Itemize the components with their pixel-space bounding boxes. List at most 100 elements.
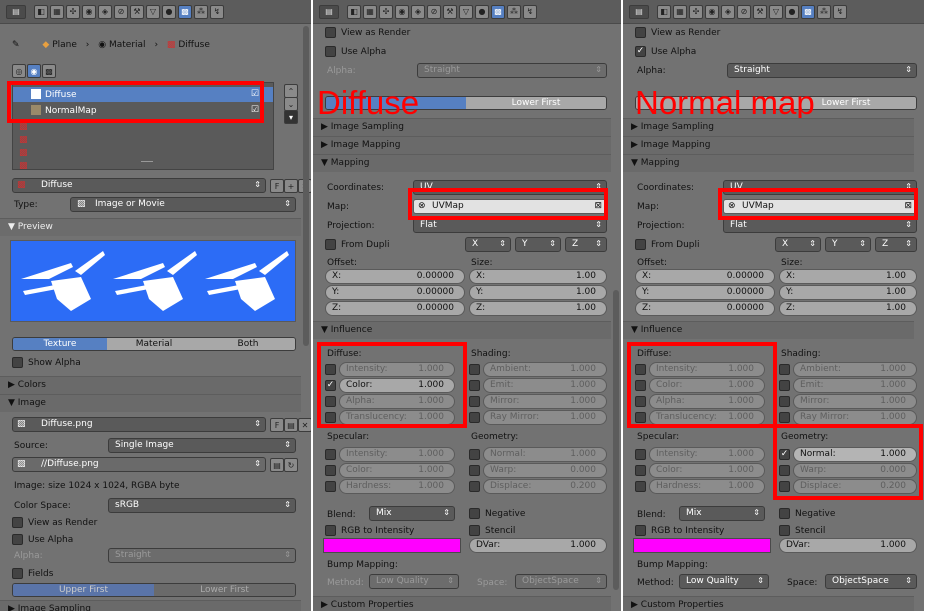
specular-intensity-field[interactable]: Intensity: 1.000 (649, 447, 765, 462)
tab-material[interactable]: Material (107, 338, 201, 350)
projection-dropdown[interactable]: Flat (723, 218, 917, 233)
image-sampling-header[interactable]: ▶ Image Sampling (623, 118, 914, 136)
size-z-field[interactable]: Z: 1.00 (469, 301, 607, 316)
editor-type-icon[interactable]: ▤ (629, 4, 649, 19)
view-as-render-checkbox[interactable] (635, 27, 646, 38)
colors-header[interactable]: ▶ Colors (0, 376, 301, 394)
lower-first-option[interactable]: Lower First (466, 97, 606, 109)
size-z-field[interactable]: Z: 1.00 (779, 301, 917, 316)
size-x-field[interactable]: X: 1.00 (469, 269, 607, 284)
ambient-field[interactable]: Ambient: 1.000 (483, 362, 607, 377)
ambient-checkbox[interactable] (779, 364, 790, 375)
ambient-checkbox[interactable] (469, 364, 480, 375)
scrollbar[interactable] (303, 26, 309, 346)
size-y-field[interactable]: Y: 1.00 (469, 285, 607, 300)
open-folder-icon[interactable]: ▤ (284, 418, 298, 432)
color-swatch[interactable] (323, 538, 461, 553)
texture-datablock[interactable]: ▩ Diffuse (12, 178, 266, 193)
other-texture-icon[interactable]: ▩ (42, 64, 56, 78)
hardness-field[interactable]: Hardness: 1.000 (339, 479, 455, 494)
object-icon[interactable]: ◈ (411, 4, 425, 19)
negative-checkbox[interactable] (469, 508, 480, 519)
world-icon[interactable]: ◉ (82, 4, 96, 19)
source-dropdown[interactable]: Single Image (108, 438, 296, 453)
custom-properties-header[interactable]: ▶ Custom Properties (313, 596, 611, 611)
offset-x-field[interactable]: X: 0.00000 (635, 269, 775, 284)
method-dropdown[interactable]: Low Quality (369, 574, 459, 589)
scene-icon[interactable]: ✣ (689, 4, 703, 19)
blend-dropdown[interactable]: Mix (369, 506, 455, 521)
warp-checkbox[interactable] (469, 465, 480, 476)
pin-icon[interactable]: ✎ (12, 40, 20, 50)
render-icon[interactable]: ◧ (347, 4, 361, 19)
stencil-checkbox[interactable] (469, 525, 480, 536)
texture-icon[interactable]: ▩ (491, 4, 505, 19)
mapping-header[interactable]: ▼ Mapping (623, 154, 914, 172)
specular-color-checkbox[interactable] (635, 465, 646, 476)
alpha-dropdown[interactable]: Straight (417, 63, 607, 78)
rgb-to-intensity-checkbox[interactable] (635, 525, 646, 536)
editor-type-icon[interactable]: ▤ (319, 4, 339, 19)
resize-grip[interactable] (141, 161, 153, 162)
constraints-icon[interactable]: ⊘ (737, 4, 751, 19)
displace-checkbox[interactable] (469, 481, 480, 492)
offset-z-field[interactable]: Z: 0.00000 (635, 301, 775, 316)
projection-dropdown[interactable]: Flat (413, 218, 607, 233)
displace-field[interactable]: Displace: 0.200 (483, 479, 607, 494)
ambient-field[interactable]: Ambient: 1.000 (793, 362, 917, 377)
influence-header[interactable]: ▼ Influence (313, 321, 611, 339)
dvar-field[interactable]: DVar: 1.000 (779, 538, 917, 553)
size-x-field[interactable]: X: 1.00 (779, 269, 917, 284)
image-sampling-header[interactable]: ▶ Image Sampling (0, 600, 301, 611)
render-layers-icon[interactable]: ▦ (50, 4, 64, 19)
data-icon[interactable]: ▽ (459, 4, 473, 19)
tab-both[interactable]: Both (201, 338, 295, 350)
image-datablock[interactable]: ▨ Diffuse.png (12, 417, 266, 432)
emit-field[interactable]: Emit: 1.000 (793, 378, 917, 393)
render-icon[interactable]: ◧ (34, 4, 48, 19)
axis-y-dropdown[interactable]: Y (515, 237, 561, 252)
specular-color-checkbox[interactable] (325, 465, 336, 476)
emit-field[interactable]: Emit: 1.000 (483, 378, 607, 393)
constraints-icon[interactable]: ⊘ (427, 4, 441, 19)
render-layers-icon[interactable]: ▦ (673, 4, 687, 19)
offset-x-field[interactable]: X: 0.00000 (325, 269, 465, 284)
offset-y-field[interactable]: Y: 0.00000 (635, 285, 775, 300)
particles-icon[interactable]: ⁂ (507, 4, 521, 19)
image-sampling-header[interactable]: ▶ Image Sampling (313, 118, 611, 136)
dvar-field[interactable]: DVar: 1.000 (469, 538, 607, 553)
use-alpha-checkbox[interactable] (12, 534, 23, 545)
material-texture-icon[interactable]: ◉ (27, 64, 41, 78)
negative-checkbox[interactable] (779, 508, 790, 519)
alpha-dropdown[interactable]: Straight (108, 548, 296, 563)
particles-icon[interactable]: ⁂ (817, 4, 831, 19)
preview-header[interactable]: ▼ Preview (0, 218, 301, 236)
render-icon[interactable]: ◧ (657, 4, 671, 19)
move-up-icon[interactable]: ⌃ (284, 84, 298, 98)
filepath-field[interactable]: ▨//Diffuse.png (12, 457, 266, 472)
ray-mirror-checkbox[interactable] (779, 412, 790, 423)
fields-checkbox[interactable] (12, 568, 23, 579)
axis-y-dropdown[interactable]: Y (825, 237, 871, 252)
reload-icon[interactable]: ↻ (284, 458, 298, 472)
space-dropdown[interactable]: ObjectSpace (515, 574, 607, 589)
view-as-render-checkbox[interactable] (325, 27, 336, 38)
ray-mirror-field[interactable]: Ray Mirror: 1.000 (483, 410, 607, 425)
specular-intensity-checkbox[interactable] (635, 449, 646, 460)
axis-x-dropdown[interactable]: X (465, 237, 511, 252)
use-alpha-checkbox[interactable] (325, 46, 336, 57)
axis-z-dropdown[interactable]: Z (565, 237, 607, 252)
size-y-field[interactable]: Y: 1.00 (779, 285, 917, 300)
data-icon[interactable]: ▽ (769, 4, 783, 19)
hardness-checkbox[interactable] (635, 481, 646, 492)
ray-mirror-checkbox[interactable] (469, 412, 480, 423)
modifier-icon[interactable]: ⚒ (443, 4, 457, 19)
render-layers-icon[interactable]: ▦ (363, 4, 377, 19)
upper-first-option[interactable]: Upper First (13, 584, 154, 596)
lower-first-option[interactable]: Lower First (154, 584, 295, 596)
editor-type-icon[interactable]: ▤ (6, 4, 26, 19)
move-down-icon[interactable]: ⌄ (284, 97, 298, 111)
influence-header[interactable]: ▼ Influence (623, 321, 914, 339)
emit-checkbox[interactable] (779, 380, 790, 391)
mirror-field[interactable]: Mirror: 1.000 (483, 394, 607, 409)
